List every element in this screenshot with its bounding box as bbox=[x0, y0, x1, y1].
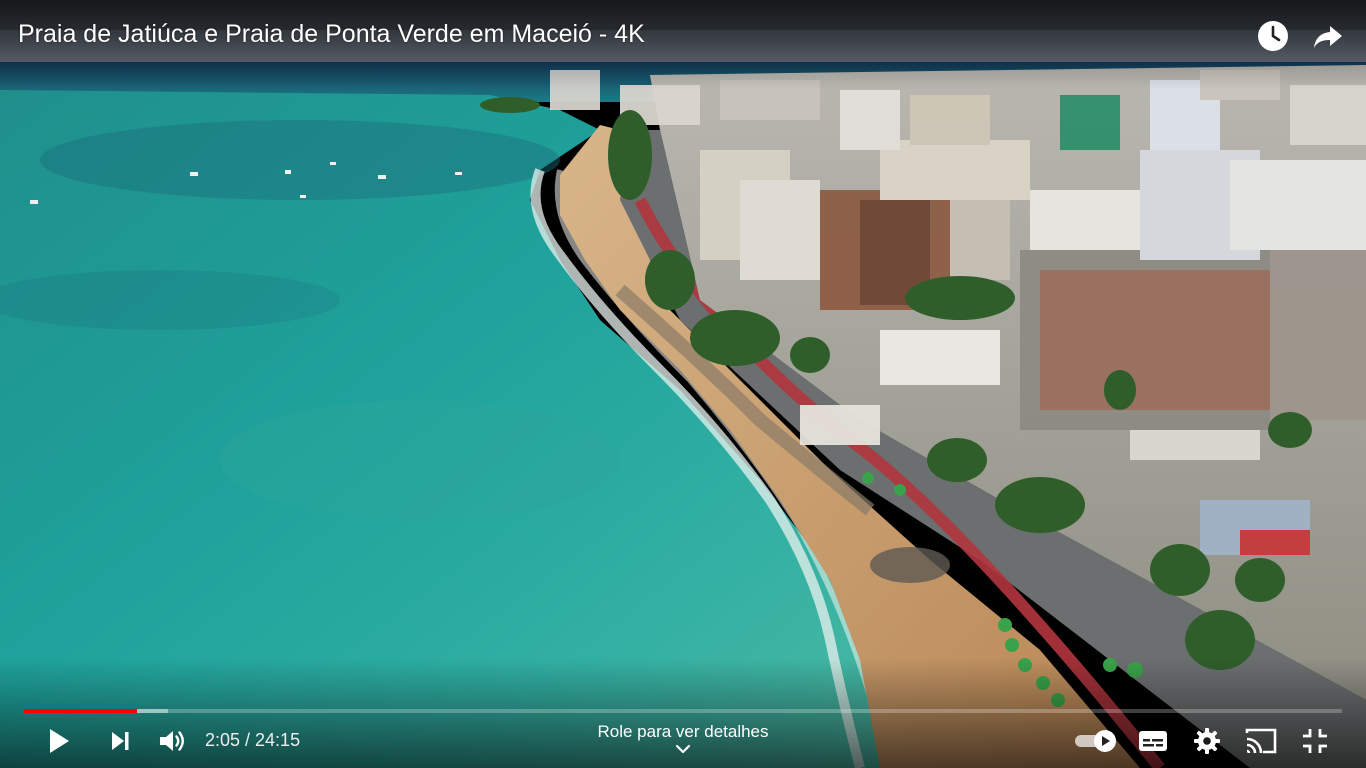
autoplay-toggle[interactable] bbox=[1073, 722, 1119, 760]
cast-button[interactable] bbox=[1242, 722, 1280, 760]
video-title[interactable]: Praia de Jatiúca e Praia de Ponta Verde … bbox=[18, 20, 645, 49]
settings-button[interactable] bbox=[1188, 722, 1226, 760]
play-button[interactable] bbox=[40, 722, 78, 760]
time-display: 2:05 / 24:15 bbox=[205, 730, 301, 750]
exit-fullscreen-icon bbox=[1303, 729, 1327, 753]
scroll-for-details-hint[interactable]: Role para ver detalhes bbox=[583, 722, 783, 754]
next-button[interactable] bbox=[101, 722, 139, 760]
gear-icon bbox=[1194, 728, 1220, 754]
exit-fullscreen-button[interactable] bbox=[1296, 722, 1334, 760]
share-button[interactable] bbox=[1310, 18, 1346, 54]
volume-button[interactable] bbox=[154, 722, 192, 760]
scroll-hint-label: Role para ver detalhes bbox=[597, 722, 769, 741]
progress-played bbox=[24, 709, 138, 713]
clock-icon bbox=[1258, 21, 1288, 51]
volume-high-icon bbox=[160, 731, 184, 751]
subtitles-icon bbox=[1139, 731, 1167, 751]
progress-bar[interactable] bbox=[24, 709, 1342, 713]
chevron-down-icon bbox=[675, 744, 691, 754]
video-frame[interactable] bbox=[0, 0, 1366, 768]
skip-next-icon bbox=[112, 732, 129, 750]
watch-later-button[interactable] bbox=[1255, 18, 1291, 54]
cast-icon bbox=[1245, 728, 1277, 754]
autoplay-toggle-icon bbox=[1075, 730, 1116, 752]
share-arrow-icon bbox=[1314, 26, 1342, 48]
aerial-beach-scene bbox=[0, 0, 1366, 768]
subtitles-button[interactable] bbox=[1133, 722, 1173, 760]
play-icon bbox=[50, 729, 69, 753]
video-player[interactable]: Praia de Jatiúca e Praia de Ponta Verde … bbox=[0, 0, 1366, 768]
